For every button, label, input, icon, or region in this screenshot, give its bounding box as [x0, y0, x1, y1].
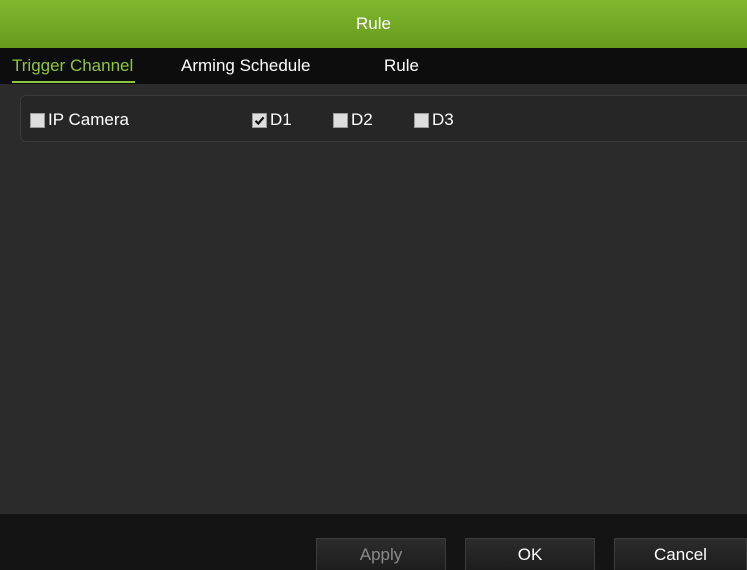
channel-panel: IP Camera D1 D2 D3	[20, 95, 747, 142]
dialog-footer: Apply OK Cancel	[0, 514, 747, 570]
channel-d2-checkbox[interactable]: D2	[333, 110, 373, 130]
dialog-title: Rule	[356, 14, 391, 33]
ip-camera-checkbox[interactable]: IP Camera	[30, 110, 129, 130]
checkbox-unchecked-icon	[333, 112, 348, 128]
tab-rule[interactable]: Rule	[384, 56, 419, 79]
channel-d2-label: D2	[351, 110, 373, 129]
tab-trigger-channel[interactable]: Trigger Channel	[12, 56, 136, 83]
tab-arming-schedule[interactable]: Arming Schedule	[181, 56, 310, 79]
checkbox-unchecked-icon	[414, 112, 429, 128]
checkbox-unchecked-icon	[30, 112, 45, 128]
channel-d1-label: D1	[270, 110, 292, 129]
apply-button[interactable]: Apply	[316, 538, 446, 570]
channel-d1-checkbox[interactable]: D1	[252, 110, 292, 130]
cancel-button[interactable]: Cancel	[614, 538, 747, 570]
ip-camera-label: IP Camera	[48, 110, 129, 129]
dialog-title-bar: Rule	[0, 0, 747, 48]
checkbox-checked-icon	[252, 112, 267, 128]
channel-d3-label: D3	[432, 110, 454, 129]
channel-d3-checkbox[interactable]: D3	[414, 110, 454, 130]
ok-button[interactable]: OK	[465, 538, 595, 570]
tab-bar: Trigger Channel Arming Schedule Rule	[0, 48, 747, 84]
